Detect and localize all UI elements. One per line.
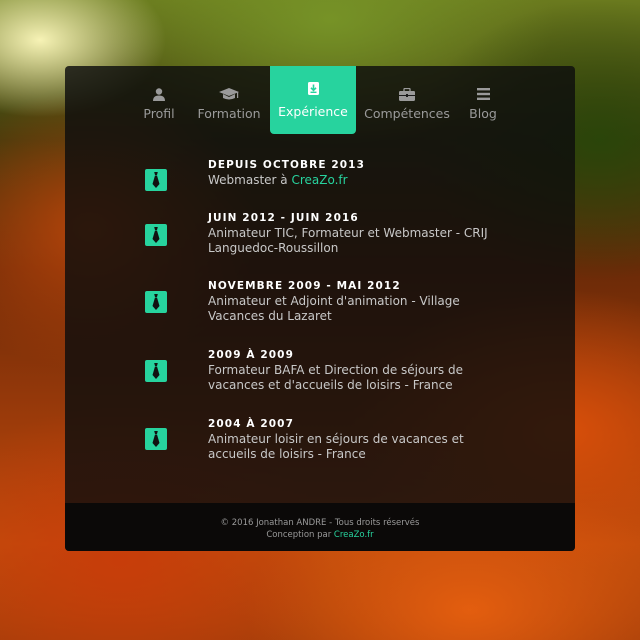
nav-tab-label: Formation	[197, 106, 261, 121]
experience-description: Webmaster à CreaZo.fr	[208, 173, 508, 188]
experience-description: Animateur TIC, Formateur et Webmaster - …	[208, 226, 488, 255]
menu-icon	[476, 87, 490, 101]
nav-tab-formation[interactable]: Formation	[197, 66, 261, 134]
experience-description: Animateur loisir en séjours de vacances …	[208, 432, 464, 461]
nav-tab-blog[interactable]: Blog	[467, 66, 499, 134]
experience-period: DEPUIS OCTOBRE 2013	[208, 159, 365, 171]
tie-icon	[145, 169, 167, 191]
experience-description: Animateur et Adjoint d'animation - Villa…	[208, 294, 460, 323]
main-nav: Profil Formation Expérience Compétences …	[65, 66, 575, 134]
download-icon	[307, 81, 319, 95]
nav-tab-label: Profil	[143, 106, 175, 121]
user-icon	[153, 87, 165, 101]
experience-description-text: Webmaster à	[208, 173, 292, 187]
copyright-text: © 2016 Jonathan ANDRE - Tous droits rése…	[220, 518, 420, 528]
page-footer: © 2016 Jonathan ANDRE - Tous droits rése…	[65, 503, 575, 551]
nav-tab-label: Expérience	[278, 104, 348, 119]
experience-period: JUIN 2012 - JUIN 2016	[208, 212, 359, 224]
resume-panel: Profil Formation Expérience Compétences …	[65, 66, 575, 551]
nav-tab-label: Compétences	[364, 106, 450, 121]
tie-icon	[145, 360, 167, 382]
design-credit: Conception par CreaZo.fr	[65, 530, 575, 540]
tie-icon	[145, 291, 167, 313]
creazo-link[interactable]: CreaZo.fr	[291, 173, 347, 187]
experience-period: 2004 À 2007	[208, 418, 294, 430]
nav-tab-competences[interactable]: Compétences	[364, 66, 450, 134]
design-credit-text: Conception par	[266, 530, 334, 540]
experience-period: 2009 À 2009	[208, 349, 294, 361]
graduation-cap-icon	[219, 87, 239, 101]
nav-tab-profil[interactable]: Profil	[137, 66, 181, 134]
tie-icon	[145, 224, 167, 246]
experience-description: Formateur BAFA et Direction de séjours d…	[208, 363, 463, 392]
briefcase-icon	[399, 87, 415, 101]
footer-creazo-link[interactable]: CreaZo.fr	[334, 530, 374, 540]
experience-period: NOVEMBRE 2009 - MAI 2012	[208, 280, 401, 292]
tie-icon	[145, 428, 167, 450]
nav-tab-experience[interactable]: Expérience	[270, 66, 356, 134]
nav-tab-label: Blog	[469, 106, 497, 121]
